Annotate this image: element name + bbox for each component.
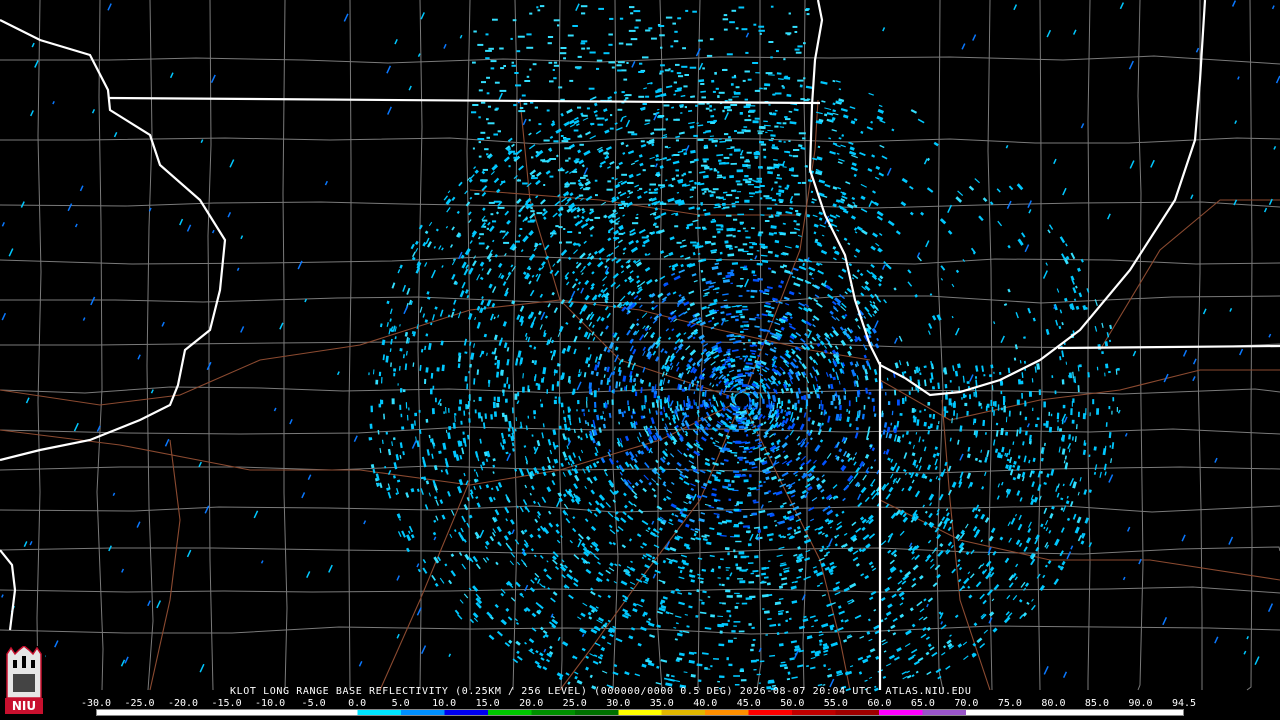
scale-label: 10.0 [432,698,457,709]
scale-label: 90.0 [1128,698,1153,709]
scale-label: 45.0 [736,698,761,709]
scale-label: -15.0 [211,698,242,709]
scale-label: 40.0 [693,698,718,709]
scale-label: 85.0 [1084,698,1109,709]
scale-label: 55.0 [823,698,848,709]
scale-label: 15.0 [475,698,500,709]
scale-label: 65.0 [910,698,935,709]
scale-label: -30.0 [80,698,112,709]
radar-site-marker [735,393,749,407]
scale-label: 0.0 [348,698,367,709]
logo-text: NIU [12,699,36,713]
scale-label: 35.0 [649,698,674,709]
scale-label: 60.0 [867,698,892,709]
scale-label: 25.0 [562,698,587,709]
scale-label: 70.0 [954,698,979,709]
product-caption: KLOT LONG RANGE BASE REFLECTIVITY (0.25K… [230,686,972,697]
scale-label: 20.0 [519,698,544,709]
scale-label: -20.0 [167,698,199,709]
scale-label: -25.0 [124,698,155,709]
scale-label: 94.5 [1171,698,1197,709]
color-scale-bar [96,709,1184,716]
scale-label: -10.0 [255,698,286,709]
radar-map [0,0,1280,720]
scale-label: 80.0 [1041,698,1066,709]
scale-label: 30.0 [606,698,631,709]
scale-label: 75.0 [997,698,1022,709]
niu-logo: NIU [3,646,45,716]
scale-label: -5.0 [301,698,326,709]
scale-label: 5.0 [391,698,410,709]
scale-labels: -30.0 -25.0 -20.0 -15.0 -10.0 -5.0 0.0 5.0 10.0 1… [81,698,1197,709]
scale-label: 50.0 [780,698,805,709]
